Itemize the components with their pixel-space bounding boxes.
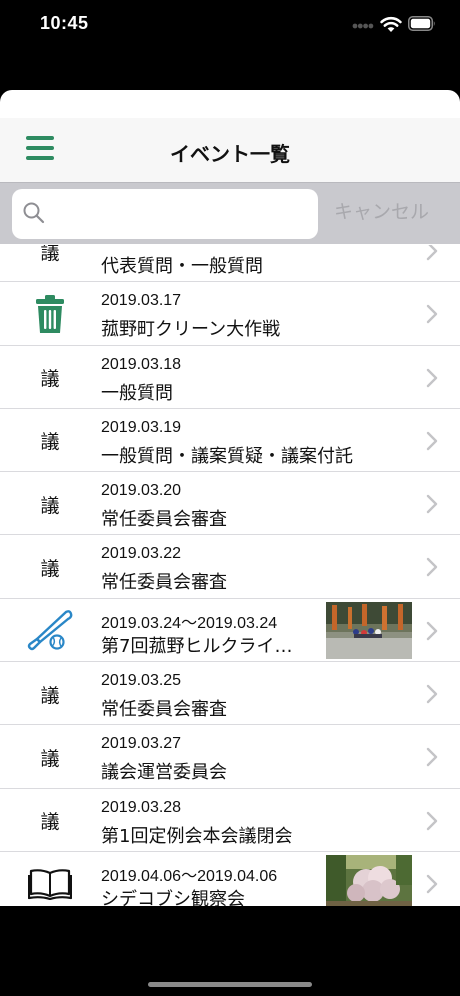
search-bar: キャンセル: [0, 182, 460, 244]
cellular-signal-icon: [352, 23, 374, 29]
event-date: 2019.03.20: [101, 482, 182, 500]
event-date: 2019.03.28: [101, 798, 182, 816]
chevron-right-icon: [426, 874, 438, 894]
chevron-right-icon: [426, 557, 438, 577]
event-row[interactable]: 議 2019.03.27 議会運営委員会: [0, 725, 460, 789]
assembly-icon: 議: [40, 557, 60, 580]
page-title: イベント一覧: [170, 142, 290, 166]
event-row[interactable]: 議 2019.03.18 一般質問: [0, 345, 460, 409]
event-date: 2019.03.17: [101, 292, 182, 310]
chevron-right-icon: [426, 368, 438, 388]
navigation-bar: イベント一覧: [0, 118, 460, 182]
status-time: 10:45: [40, 13, 89, 33]
event-row[interactable]: 議代表質問・一般質問: [0, 245, 460, 283]
event-date: 2019.04.06～2019.04.06: [101, 867, 278, 885]
chevron-right-icon: [426, 494, 438, 514]
assembly-icon: 議: [40, 494, 60, 517]
event-title: 議会運営委員会: [101, 762, 227, 784]
event-date: 2019.03.18: [101, 355, 182, 373]
event-row[interactable]: 議 2019.03.22 常任委員会審査: [0, 535, 460, 599]
baseball-icon: [26, 609, 74, 650]
event-date: 2019.03.19: [101, 418, 182, 436]
event-row[interactable]: 議 2019.03.28 第1回定例会本会議閉会: [0, 788, 460, 852]
event-title: 第7回菰野ヒルクライ…: [101, 635, 293, 657]
event-title: 代表質問・一般質問: [101, 256, 263, 277]
event-title: 一般質問: [101, 382, 173, 404]
search-input[interactable]: [54, 197, 304, 231]
event-date: 2019.03.25: [101, 672, 182, 690]
book-icon: [26, 865, 74, 903]
event-title: シデコブシ観察会: [101, 888, 245, 906]
chevron-right-icon: [426, 304, 438, 324]
assembly-icon: 議: [40, 747, 60, 770]
event-date: 2019.03.27: [101, 735, 182, 753]
event-title: 菰野町クリーン大作戦: [101, 319, 281, 341]
event-title: 一般質問・議案質疑・議案付託: [101, 445, 353, 467]
event-row[interactable]: 議 2019.03.25 常任委員会審査: [0, 662, 460, 726]
modal-sheet: イベント一覧 キャンセル 議代表質問・一般質問 2019.03.17 菰野町クリーン…: [0, 90, 460, 906]
event-title: 常任委員会審査: [101, 699, 227, 721]
event-row[interactable]: 議 2019.03.19 一般質問・議案質疑・議案付託: [0, 408, 460, 473]
chevron-right-icon: [426, 811, 438, 831]
event-thumbnail: [326, 601, 412, 659]
chevron-right-icon: [426, 431, 438, 451]
event-title: 第1回定例会本会議閉会: [101, 825, 293, 847]
event-row[interactable]: 2019.03.24～2019.03.24 第7回菰野ヒルクライ…: [0, 598, 460, 663]
battery-icon: [408, 16, 435, 31]
event-date: 2019.03.24～2019.03.24: [101, 614, 278, 632]
status-bar: 10:45: [0, 0, 460, 50]
chevron-right-icon: [426, 245, 438, 261]
assembly-icon: 議: [40, 811, 60, 834]
event-row[interactable]: 2019.04.06～2019.04.06 シデコブシ観察会: [0, 851, 460, 906]
assembly-icon: 議: [40, 684, 60, 707]
event-row[interactable]: 2019.03.17 菰野町クリーン大作戦: [0, 282, 460, 346]
event-title: 常任委員会審査: [101, 572, 227, 594]
event-thumbnail: [326, 854, 412, 906]
assembly-icon: 議: [40, 368, 60, 391]
event-title: 常任委員会審査: [101, 509, 227, 531]
event-row[interactable]: 議 2019.03.20 常任委員会審査: [0, 472, 460, 536]
home-area: [0, 906, 460, 996]
event-list[interactable]: 議代表質問・一般質問 2019.03.17 菰野町クリーン大作戦議 2019.03.1…: [0, 245, 460, 906]
assembly-icon: 議: [40, 431, 60, 454]
chevron-right-icon: [426, 684, 438, 704]
search-icon: [23, 202, 45, 224]
assembly-icon: 議: [40, 245, 60, 264]
chevron-right-icon: [426, 621, 438, 641]
wifi-icon: [380, 16, 402, 32]
home-indicator[interactable]: [148, 982, 312, 987]
search-field[interactable]: [12, 189, 318, 239]
trash-icon: [26, 295, 74, 334]
cancel-button[interactable]: キャンセル: [334, 197, 429, 224]
event-date: 2019.03.22: [101, 545, 182, 563]
chevron-right-icon: [426, 747, 438, 767]
